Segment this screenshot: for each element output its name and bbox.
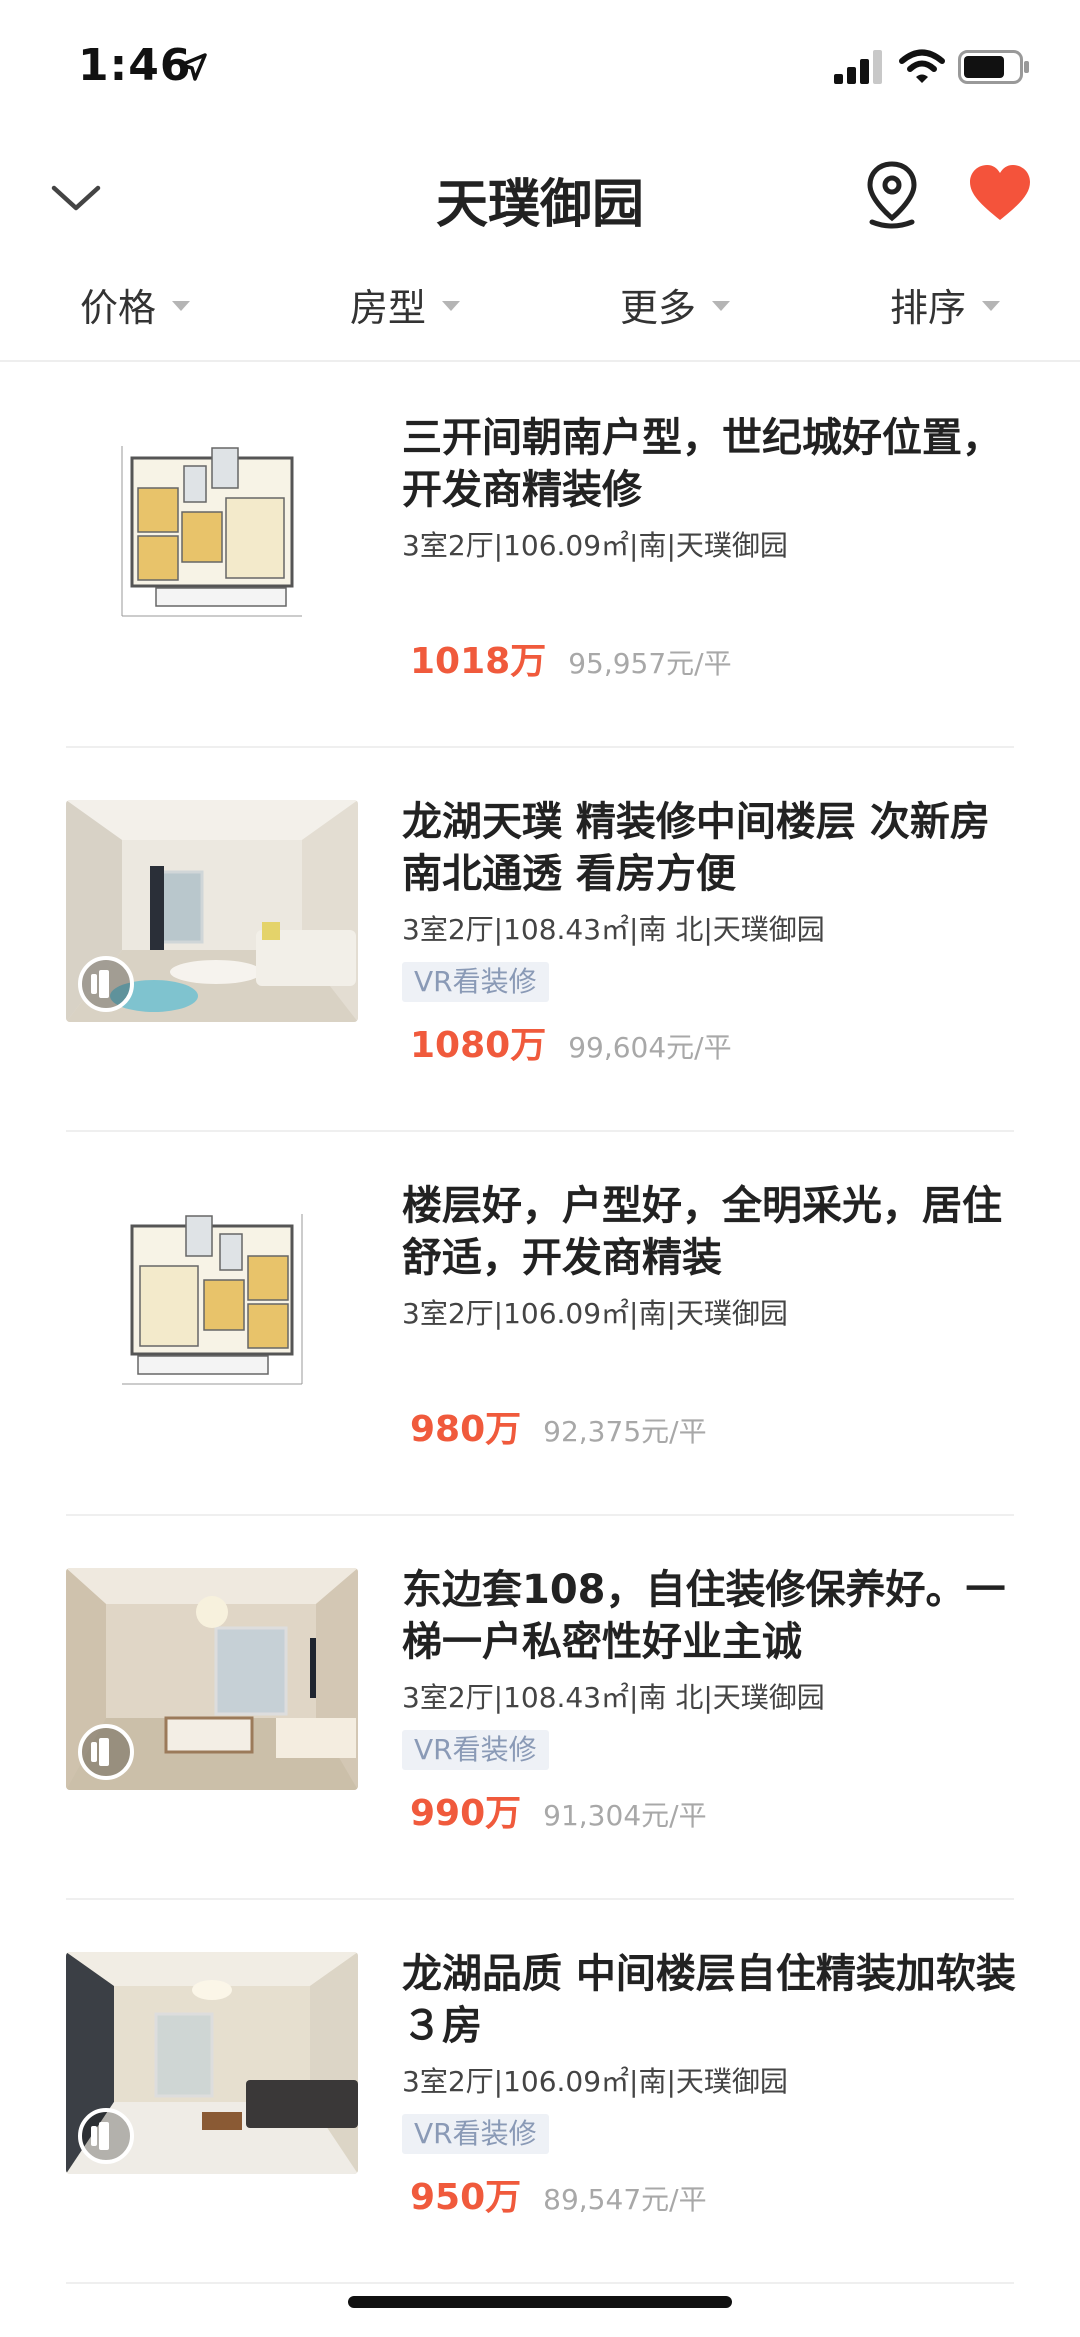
listing-item[interactable]: 东边套108，自住装修保养好。一梯一户私密性好业主诚 3室2厅|108.43㎡|… bbox=[0, 1516, 1080, 1900]
unit-price: 99,604元/平 bbox=[568, 1031, 732, 1064]
filter-layout[interactable]: 房型 bbox=[270, 270, 540, 360]
unit-price: 95,957元/平 bbox=[568, 647, 732, 680]
total-price: 980万 bbox=[410, 1409, 522, 1450]
vr-play-icon[interactable] bbox=[78, 2108, 134, 2164]
listing-title: 东边套108，自住装修保养好。一梯一户私密性好业主诚 bbox=[402, 1567, 1006, 1665]
listing-list: 三开间朝南户型，世纪城好位置，开发商精装修 3室2厅|106.09㎡|南|天璞御… bbox=[0, 364, 1080, 2284]
total-price: 1080万 bbox=[410, 1025, 547, 1066]
listing-info: 楼层好，户型好，全明采光，居住舒适，开发商精装 3室2厅|106.09㎡|南|天… bbox=[402, 1180, 1022, 1452]
divider bbox=[66, 2282, 1014, 2284]
price-row: 1018万 95,957元/平 bbox=[402, 632, 1022, 684]
listing-meta: 3室2厅|108.43㎡|南 北|天璞御园 bbox=[402, 1681, 825, 1714]
total-price: 950万 bbox=[410, 2177, 522, 2218]
vr-tag: VR看装修 bbox=[402, 1730, 549, 1770]
filter-bar: 价格 房型 更多 排序 bbox=[0, 270, 1080, 362]
total-price: 990万 bbox=[410, 1793, 522, 1834]
battery-icon bbox=[958, 50, 1029, 84]
status-time: 1:46 bbox=[78, 40, 192, 91]
caret-down-icon bbox=[442, 301, 460, 311]
map-pin-icon[interactable] bbox=[862, 160, 922, 230]
vr-play-icon[interactable] bbox=[78, 1724, 134, 1780]
listing-info: 龙湖天璞 精装修中间楼层 次新房 南北通透 看房方便 3室2厅|108.43㎡|… bbox=[402, 796, 1022, 1068]
unit-price: 92,375元/平 bbox=[543, 1415, 707, 1448]
tag-spacer bbox=[402, 564, 1022, 618]
caret-down-icon bbox=[172, 301, 190, 311]
listing-meta: 3室2厅|108.43㎡|南 北|天璞御园 bbox=[402, 913, 825, 946]
filter-label: 房型 bbox=[349, 285, 426, 330]
total-price: 1018万 bbox=[410, 641, 547, 682]
filter-label: 价格 bbox=[79, 285, 156, 330]
listing-item[interactable]: 龙湖天璞 精装修中间楼层 次新房 南北通透 看房方便 3室2厅|108.43㎡|… bbox=[0, 748, 1080, 1132]
listing-title: 龙湖天璞 精装修中间楼层 次新房 南北通透 看房方便 bbox=[402, 799, 990, 897]
listing-item[interactable]: 楼层好，户型好，全明采光，居住舒适，开发商精装 3室2厅|106.09㎡|南|天… bbox=[0, 1132, 1080, 1516]
listing-meta: 3室2厅|106.09㎡|南|天璞御园 bbox=[402, 529, 788, 562]
unit-price: 89,547元/平 bbox=[543, 2183, 707, 2216]
listing-title: 龙湖品质 中间楼层自住精装加软装３房 bbox=[402, 1951, 1016, 2049]
room-photo-thumbnail bbox=[66, 1568, 358, 1790]
listing-item[interactable]: 三开间朝南户型，世纪城好位置，开发商精装修 3室2厅|106.09㎡|南|天璞御… bbox=[0, 364, 1080, 748]
vr-tag: VR看装修 bbox=[402, 962, 549, 1002]
room-photo-thumbnail bbox=[66, 800, 358, 1022]
price-row: 990万 91,304元/平 bbox=[402, 1784, 1022, 1836]
price-row: 980万 92,375元/平 bbox=[402, 1400, 1022, 1452]
listing-info: 东边套108，自住装修保养好。一梯一户私密性好业主诚 3室2厅|108.43㎡|… bbox=[402, 1564, 1022, 1836]
filter-price[interactable]: 价格 bbox=[0, 270, 270, 360]
room-photo-thumbnail bbox=[66, 1952, 358, 2174]
listing-meta: 3室2厅|106.09㎡|南|天璞御园 bbox=[402, 2065, 788, 2098]
listing-info: 三开间朝南户型，世纪城好位置，开发商精装修 3室2厅|106.09㎡|南|天璞御… bbox=[402, 412, 1022, 684]
listing-meta: 3室2厅|106.09㎡|南|天璞御园 bbox=[402, 1297, 788, 1330]
listing-info: 龙湖品质 中间楼层自住精装加软装３房 3室2厅|106.09㎡|南|天璞御园 V… bbox=[402, 1948, 1022, 2220]
filter-sort[interactable]: 排序 bbox=[810, 270, 1080, 360]
filter-label: 排序 bbox=[889, 285, 966, 330]
floorplan-thumbnail bbox=[66, 416, 358, 638]
floorplan-thumbnail bbox=[66, 1184, 358, 1406]
tag-spacer bbox=[402, 1332, 1022, 1386]
home-indicator[interactable] bbox=[348, 2296, 732, 2308]
cellular-signal-icon bbox=[834, 50, 882, 84]
vr-play-icon[interactable] bbox=[78, 956, 134, 1012]
status-bar: 1:46 bbox=[0, 0, 1080, 130]
location-arrow-icon bbox=[179, 53, 207, 81]
caret-down-icon bbox=[712, 301, 730, 311]
caret-down-icon bbox=[982, 301, 1000, 311]
wifi-icon bbox=[899, 49, 945, 83]
heart-icon[interactable] bbox=[968, 164, 1032, 224]
listing-title: 三开间朝南户型，世纪城好位置，开发商精装修 bbox=[402, 415, 1002, 513]
price-row: 950万 89,547元/平 bbox=[402, 2168, 1022, 2220]
price-row: 1080万 99,604元/平 bbox=[402, 1016, 1022, 1068]
vr-tag: VR看装修 bbox=[402, 2114, 549, 2154]
listing-item[interactable]: 龙湖品质 中间楼层自住精装加软装３房 3室2厅|106.09㎡|南|天璞御园 V… bbox=[0, 1900, 1080, 2284]
listing-title: 楼层好，户型好，全明采光，居住舒适，开发商精装 bbox=[402, 1183, 1002, 1281]
filter-more[interactable]: 更多 bbox=[540, 270, 810, 360]
unit-price: 91,304元/平 bbox=[543, 1799, 707, 1832]
nav-header: 天璞御园 bbox=[0, 140, 1080, 250]
filter-label: 更多 bbox=[619, 285, 696, 330]
